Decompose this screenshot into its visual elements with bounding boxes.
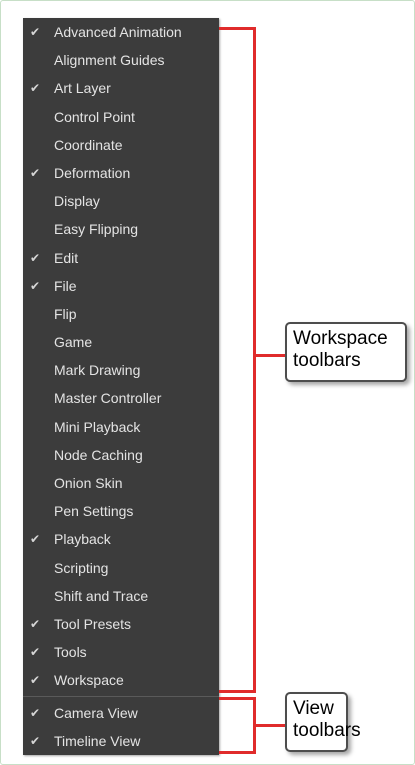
menu-item-display[interactable]: Display [23, 187, 219, 215]
workspace-callout-line1: Workspace [293, 328, 388, 349]
checkmark-icon: ✔ [29, 81, 41, 96]
menu-item-label: Mark Drawing [54, 362, 141, 379]
menu-item-tool-presets[interactable]: ✔ Tool Presets [23, 610, 219, 638]
checkmark-icon: ✔ [29, 278, 41, 293]
menu-item-file[interactable]: ✔ File [23, 272, 219, 300]
menu-item-label: Node Caching [54, 446, 143, 463]
menu-item-label: Workspace [54, 672, 124, 689]
menu-item-label: File [54, 277, 77, 294]
checkmark-icon: ✔ [29, 250, 41, 265]
workspace-callout-line2: toolbars [293, 350, 361, 371]
menu-item-deformation[interactable]: ✔ Deformation [23, 159, 219, 187]
menu-item-label: Alignment Guides [54, 52, 165, 69]
menu-item-timeline-view[interactable]: ✔ Timeline View [23, 727, 219, 755]
toolbars-menu: ✔ Advanced Animation Alignment Guides ✔ Art … [23, 18, 219, 755]
menu-item-label: Mini Playback [54, 418, 141, 435]
workspace-toolbars-callout: Workspace toolbars [285, 322, 407, 382]
view-callout-line1: View [293, 698, 334, 719]
menu-item-flip[interactable]: Flip [23, 300, 219, 328]
menu-separator [23, 695, 219, 697]
view-connector [253, 724, 287, 727]
checkmark-icon: ✔ [29, 616, 41, 631]
menu-item-art-layer[interactable]: ✔ Art Layer [23, 74, 219, 102]
menu-item-label: Control Point [54, 108, 135, 125]
menu-item-label: Pen Settings [54, 503, 134, 520]
menu-item-node-caching[interactable]: Node Caching [23, 441, 219, 469]
menu-item-label: Playback [54, 531, 111, 548]
menu-item-scripting[interactable]: Scripting [23, 554, 219, 582]
menu-item-advanced-animation[interactable]: ✔ Advanced Animation [23, 18, 219, 46]
menu-item-label: Onion Skin [54, 475, 123, 491]
menu-item-tools[interactable]: ✔ Tools [23, 638, 219, 666]
checkmark-icon: ✔ [29, 645, 41, 660]
menu-item-camera-view[interactable]: ✔ Camera View [23, 699, 219, 727]
menu-item-mark-drawing[interactable]: Mark Drawing [23, 356, 219, 384]
checkmark-icon: ✔ [29, 532, 41, 547]
menu-item-label: Easy Flipping [54, 221, 139, 238]
menu-item-easy-flipping[interactable]: Easy Flipping [23, 215, 219, 243]
menu-item-onion-skin[interactable]: Onion Skin [23, 469, 219, 497]
menu-item-edit[interactable]: ✔ Edit [23, 244, 219, 272]
menu-item-label: Camera View [54, 704, 138, 721]
menu-item-label: Advanced Animation [54, 24, 182, 40]
menu-item-label: Flip [54, 305, 77, 322]
menu-item-shift-and-trace[interactable]: Shift and Trace [23, 582, 219, 610]
menu-item-game[interactable]: Game [23, 328, 219, 356]
view-toolbars-callout: View toolbars [285, 692, 361, 752]
checkmark-icon: ✔ [29, 25, 41, 39]
checkmark-icon: ✔ [29, 705, 41, 720]
menu-item-label: Art Layer [54, 80, 111, 97]
menu-item-alignment-guides[interactable]: Alignment Guides [23, 46, 219, 74]
menu-item-label: Deformation [54, 164, 131, 181]
menu-item-label: Display [54, 193, 100, 210]
menu-item-label: Tools [54, 644, 87, 661]
checkmark-icon: ✔ [29, 733, 41, 748]
menu-item-label: Master Controller [54, 390, 162, 407]
menu-item-coordinate[interactable]: Coordinate [23, 131, 219, 159]
menu-item-label: Tool Presets [54, 615, 132, 632]
view-bracket [219, 697, 256, 754]
workspace-connector [253, 354, 287, 357]
menu-item-label: Timeline View [54, 732, 141, 749]
workspace-toolbars-list: ✔ Advanced Animation Alignment Guides ✔ Art … [23, 18, 219, 695]
menu-item-control-point[interactable]: Control Point [23, 103, 219, 131]
menu-item-pen-settings[interactable]: Pen Settings [23, 497, 219, 525]
menu-item-label: Game [54, 334, 93, 351]
view-callout-line2: toolbars [293, 720, 361, 741]
menu-item-playback[interactable]: ✔ Playback [23, 525, 219, 553]
menu-item-label: Scripting [54, 559, 109, 576]
workspace-bracket [219, 27, 256, 693]
menu-item-label: Shift and Trace [54, 587, 149, 604]
menu-item-label: Edit [54, 249, 79, 266]
menu-item-workspace[interactable]: ✔ Workspace [23, 666, 219, 694]
menu-item-label: Coordinate [54, 136, 123, 153]
view-toolbars-list: ✔ Camera View ✔ Timeline View [23, 699, 219, 755]
checkmark-icon: ✔ [29, 165, 41, 180]
menu-item-master-controller[interactable]: Master Controller [23, 384, 219, 412]
menu-item-mini-playback[interactable]: Mini Playback [23, 413, 219, 441]
checkmark-icon: ✔ [29, 673, 41, 688]
